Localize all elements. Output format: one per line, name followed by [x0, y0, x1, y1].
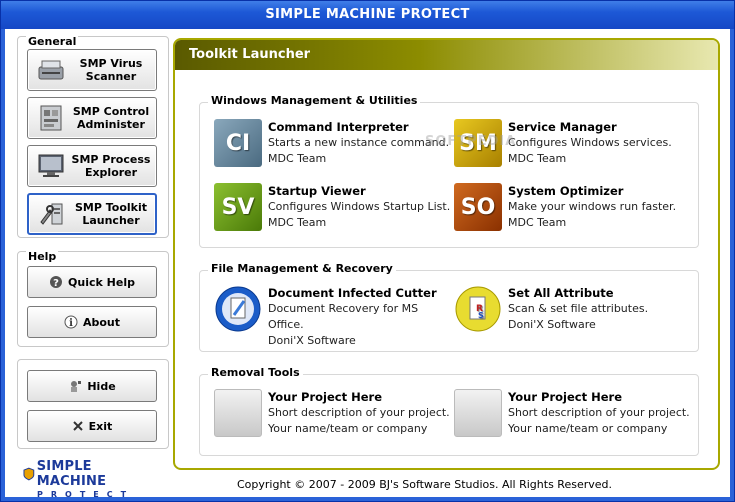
removal-tools-section: Removal Tools Your Project Here Short de… — [199, 366, 699, 456]
exit-label: Exit — [88, 419, 113, 433]
tool-description: Configures Windows Startup List. — [268, 200, 451, 213]
document-recovery-icon — [214, 285, 262, 333]
window-actions-group: Hide Exit — [17, 359, 169, 449]
window-title: SIMPLE MACHINE PROTECT — [1, 1, 734, 29]
tool-name: Your Project Here — [508, 390, 622, 404]
scanner-icon — [36, 55, 66, 85]
hide-icon — [68, 379, 82, 393]
virus-scanner-label: SMP Virus Scanner — [79, 57, 143, 83]
help-group-title: Help — [26, 250, 59, 263]
launcher-title: Toolkit Launcher — [175, 40, 718, 70]
tool-name: Set All Attribute — [508, 286, 614, 300]
file-attribute-icon: RS — [454, 285, 502, 333]
app-window: SIMPLE MACHINE PROTECT General SMP Virus… — [0, 0, 735, 502]
file-management-section: File Management & Recovery Document Infe… — [199, 262, 699, 352]
tool-name: Document Infected Cutter — [268, 286, 437, 300]
tool-description: Scan & set file attributes. — [508, 302, 649, 315]
svg-text:S: S — [478, 311, 484, 320]
about-button[interactable]: i About — [27, 306, 157, 338]
watermark: SOFTPEDIA — [425, 134, 517, 149]
tool-author: MDC Team — [268, 152, 327, 165]
process-explorer-button[interactable]: SMP Process Explorer — [27, 145, 157, 187]
copyright-text: Copyright © 2007 - 2009 BJ's Software St… — [237, 478, 612, 491]
tool-author: MDC Team — [508, 216, 567, 229]
tool-name: Your Project Here — [268, 390, 382, 404]
exit-button[interactable]: Exit — [27, 410, 157, 442]
control-administer-button[interactable]: SMP Control Administer — [27, 97, 157, 139]
tool-author: Doni'X Software — [268, 334, 356, 347]
quick-help-label: Quick Help — [68, 275, 135, 289]
tool-author: MDC Team — [508, 152, 567, 165]
tool-name: System Optimizer — [508, 184, 624, 198]
process-explorer-label: SMP Process Explorer — [71, 153, 151, 179]
command-interpreter-tool[interactable]: CI Command Interpreter Starts a new inst… — [214, 119, 454, 167]
tool-author: Your name/team or company — [268, 422, 428, 435]
toolkit-launcher-button[interactable]: SMP Toolkit Launcher — [27, 193, 157, 235]
tool-author: Doni'X Software — [508, 318, 596, 331]
tool-description: Starts a new instance command. — [268, 136, 450, 149]
command-interpreter-icon: CI — [214, 119, 262, 167]
virus-scanner-button[interactable]: SMP Virus Scanner — [27, 49, 157, 91]
tool-description: Document Recovery for MS Office. — [268, 302, 419, 331]
control-panel-icon — [36, 103, 66, 133]
svg-text:?: ? — [53, 278, 59, 289]
placeholder-project-tool[interactable]: Your Project Here Short description of y… — [214, 389, 454, 437]
system-optimizer-icon: SO — [454, 183, 502, 231]
about-label: About — [82, 315, 121, 329]
svg-text:i: i — [69, 318, 73, 329]
section-title: Removal Tools — [208, 366, 303, 379]
startup-viewer-tool[interactable]: SV Startup Viewer Configures Windows Sta… — [214, 183, 454, 231]
client-area: General SMP Virus Scanner SMP Control Ad… — [5, 29, 730, 499]
startup-viewer-icon: SV — [214, 183, 262, 231]
placeholder-icon — [454, 389, 502, 437]
document-infected-cutter-tool[interactable]: Document Infected Cutter Document Recove… — [214, 285, 454, 349]
tool-name: Service Manager — [508, 120, 617, 134]
windows-management-section: Windows Management & Utilities CI Comman… — [199, 94, 699, 248]
close-icon — [72, 420, 84, 432]
tool-description: Short description of your project. — [268, 406, 450, 419]
tool-author: MDC Team — [268, 216, 327, 229]
general-group-title: General — [26, 35, 79, 48]
tool-name: Startup Viewer — [268, 184, 366, 198]
toolkit-launcher-label: SMP Toolkit Launcher — [74, 201, 148, 227]
hide-button[interactable]: Hide — [27, 370, 157, 402]
monitor-icon — [36, 151, 66, 181]
control-administer-label: SMP Control Administer — [72, 105, 150, 131]
hide-label: Hide — [87, 379, 116, 393]
placeholder-project-tool[interactable]: Your Project Here Short description of y… — [454, 389, 694, 437]
system-optimizer-tool[interactable]: SO System Optimizer Make your windows ru… — [454, 183, 694, 231]
section-title: Windows Management & Utilities — [208, 94, 421, 107]
tool-author: Your name/team or company — [508, 422, 668, 435]
quick-help-button[interactable]: ? Quick Help — [27, 266, 157, 298]
logo-sub-text: PROTECT — [37, 490, 135, 499]
info-icon: i — [64, 315, 78, 329]
section-title: File Management & Recovery — [208, 262, 396, 275]
toolkit-launcher-panel: Toolkit Launcher Windows Management & Ut… — [173, 38, 720, 470]
tool-name: Command Interpreter — [268, 120, 409, 134]
set-all-attribute-tool[interactable]: RS Set All Attribute Scan & set file att… — [454, 285, 694, 333]
tool-description: Make your windows run faster. — [508, 200, 677, 213]
toolkit-icon — [37, 199, 67, 229]
help-group: Help ? Quick Help i About — [17, 250, 169, 347]
placeholder-icon — [214, 389, 262, 437]
question-icon: ? — [49, 275, 63, 289]
tool-description: Short description of your project. — [508, 406, 690, 419]
general-group: General SMP Virus Scanner SMP Control Ad… — [17, 35, 169, 238]
tool-description: Configures Windows services. — [508, 136, 672, 149]
